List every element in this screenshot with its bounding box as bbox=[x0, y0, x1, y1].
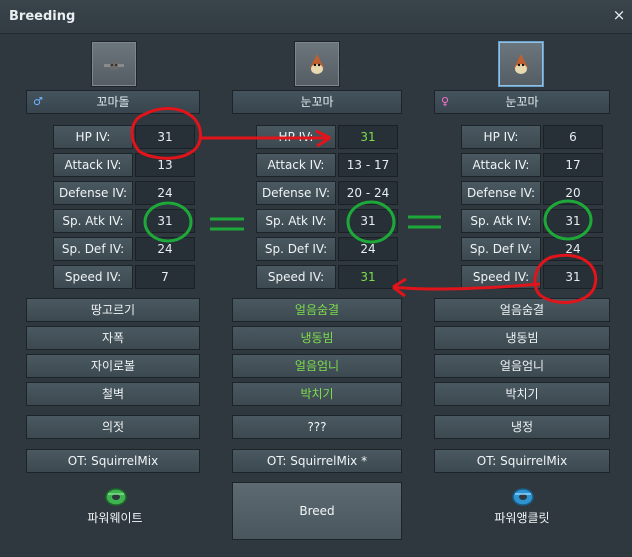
annotation-overlay bbox=[130, 106, 598, 304]
breeding-window: Breeding × ♂ 꼬마돌 눈꼬마 ♀ 눈꼬마 HP IV: 31 Att… bbox=[0, 0, 632, 557]
red-annotation-circle bbox=[130, 106, 202, 160]
red-annotation-circle bbox=[533, 253, 598, 304]
green-annotation-circle bbox=[346, 200, 396, 244]
green-equals-sign bbox=[408, 215, 441, 229]
green-equals-sign bbox=[210, 217, 244, 231]
red-annotation-arrow bbox=[392, 282, 541, 291]
green-annotation-circle bbox=[143, 201, 193, 243]
green-annotation-circle bbox=[543, 199, 593, 241]
